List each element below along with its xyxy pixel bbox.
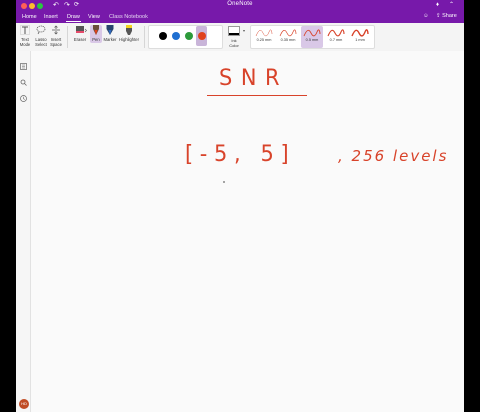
thickness-label: 0.25 mm bbox=[256, 38, 272, 42]
share-label: Share bbox=[442, 13, 457, 19]
bell-icon[interactable]: ♦ bbox=[436, 1, 439, 10]
ink-color-button[interactable]: Ink Color bbox=[226, 26, 242, 48]
thickness-stroke-icon bbox=[279, 29, 297, 37]
cursor-dot bbox=[223, 181, 225, 183]
pen-label: Pen bbox=[92, 37, 100, 42]
tab-home[interactable]: Home bbox=[21, 13, 38, 21]
ink-levels-note: , 256 levels bbox=[338, 147, 449, 165]
thickness-035[interactable]: 0.35 mm bbox=[277, 26, 299, 48]
thickness-label: 1 mm bbox=[355, 38, 365, 42]
lasso-select-label-2: Select bbox=[35, 42, 47, 47]
contacts-icon[interactable]: ☺ bbox=[423, 13, 429, 19]
highlighter-button[interactable]: Highlighter bbox=[117, 25, 141, 42]
ribbon-divider bbox=[144, 26, 145, 48]
thickness-stroke-icon bbox=[327, 29, 345, 37]
title-bar: ↶ ↷ ⟳ OneNote ♦ ⌃ bbox=[16, 0, 464, 12]
share-button[interactable]: ⇪ Share bbox=[436, 13, 457, 19]
chevron-down-icon[interactable]: ▾ bbox=[243, 28, 245, 33]
ink-heading-snr: SNR bbox=[219, 66, 289, 91]
color-palette bbox=[148, 25, 223, 49]
highlighter-label: Highlighter bbox=[118, 37, 140, 42]
ink-color-label-2: Color bbox=[229, 43, 239, 48]
eraser-icon bbox=[75, 25, 87, 35]
ink-range: [-5, 5] bbox=[185, 142, 296, 167]
text-mode-button[interactable]: Text Mode bbox=[19, 25, 31, 47]
ink-underline bbox=[207, 95, 307, 97]
insert-space-button[interactable]: Insert Space bbox=[49, 25, 63, 47]
pen-thickness-group: 0.25 mm 0.35 mm 0.5 mm 0.7 mm 1 mm bbox=[250, 25, 375, 49]
color-swatch-black[interactable] bbox=[159, 32, 167, 40]
thickness-stroke-icon bbox=[351, 29, 369, 37]
note-canvas[interactable]: SNR [-5, 5] , 256 levels bbox=[31, 51, 464, 412]
highlighter-icon bbox=[124, 25, 134, 35]
onenote-window: ↶ ↷ ⟳ OneNote ♦ ⌃ Home Insert Draw View … bbox=[16, 0, 464, 412]
ink-color-icon bbox=[228, 26, 240, 36]
thickness-025[interactable]: 0.25 mm bbox=[253, 26, 275, 48]
marker-button[interactable]: Marker bbox=[103, 25, 117, 42]
insert-space-label-2: Space bbox=[50, 42, 62, 47]
color-swatch-blue[interactable] bbox=[172, 32, 180, 40]
thickness-label: 0.5 mm bbox=[305, 38, 319, 42]
left-sidebar: HD bbox=[16, 51, 31, 412]
color-swatch-red[interactable] bbox=[198, 32, 206, 40]
lasso-select-button[interactable]: Lasso Select bbox=[34, 25, 48, 47]
color-swatch-green[interactable] bbox=[185, 32, 193, 40]
draw-ribbon: Text Mode Lasso Select Insert Space Eras… bbox=[16, 23, 464, 52]
thickness-1[interactable]: 1 mm bbox=[349, 26, 371, 48]
thickness-stroke-icon bbox=[303, 29, 321, 37]
thickness-07[interactable]: 0.7 mm bbox=[325, 26, 347, 48]
pen-icon bbox=[91, 25, 101, 35]
share-icon: ⇪ bbox=[436, 13, 441, 19]
lasso-icon bbox=[36, 25, 46, 35]
ribbon-divider bbox=[67, 26, 68, 48]
thickness-stroke-icon bbox=[255, 29, 273, 37]
collapse-icon[interactable]: ⌃ bbox=[449, 1, 454, 10]
avatar[interactable]: HD bbox=[19, 399, 29, 409]
recent-icon[interactable] bbox=[20, 89, 27, 102]
window-title: OneNote bbox=[227, 1, 253, 7]
thickness-05[interactable]: 0.5 mm bbox=[301, 26, 323, 48]
eraser-label: Eraser bbox=[73, 37, 87, 42]
eraser-button[interactable]: Eraser bbox=[71, 25, 89, 42]
tab-draw[interactable]: Draw bbox=[66, 13, 81, 22]
thickness-label: 0.35 mm bbox=[280, 38, 296, 42]
notebooks-icon[interactable] bbox=[20, 57, 27, 70]
tab-insert[interactable]: Insert bbox=[43, 13, 59, 21]
tab-view[interactable]: View bbox=[87, 13, 101, 21]
thickness-label: 0.7 mm bbox=[329, 38, 343, 42]
text-mode-label-2: Mode bbox=[19, 42, 31, 47]
ribbon-tabs: Home Insert Draw View Class Notebook ☺ ⇪… bbox=[16, 12, 464, 23]
marker-label: Marker bbox=[103, 37, 117, 42]
pen-button[interactable]: Pen bbox=[90, 25, 102, 43]
search-icon[interactable] bbox=[20, 73, 27, 86]
tab-class-notebook[interactable]: Class Notebook bbox=[108, 13, 149, 21]
insert-space-icon bbox=[51, 25, 61, 35]
marker-icon bbox=[105, 25, 115, 35]
text-mode-icon bbox=[20, 25, 30, 35]
